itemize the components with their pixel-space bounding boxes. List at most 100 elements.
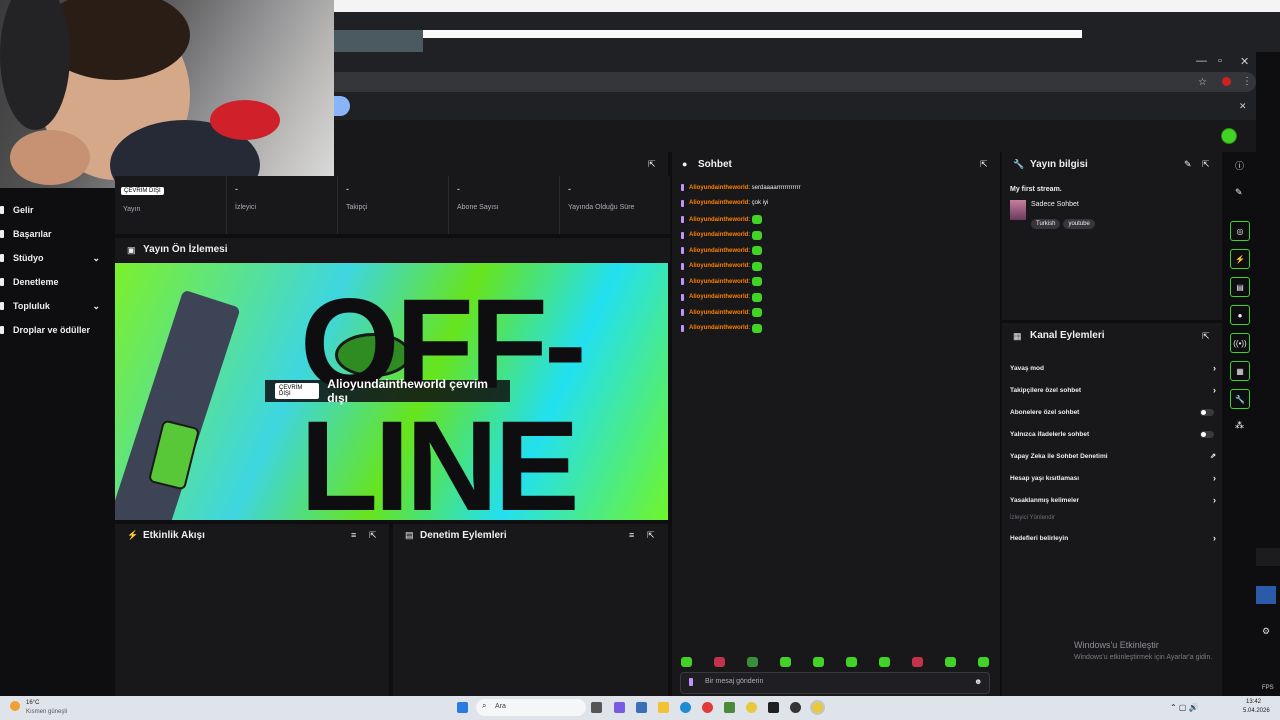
emote-button[interactable] (681, 657, 692, 667)
tag[interactable]: youtube (1063, 219, 1095, 229)
revenue-icon (0, 206, 4, 214)
toggle-switch[interactable] (1200, 430, 1214, 438)
folder-icon[interactable] (658, 702, 669, 713)
chat-title: Sohbet (698, 159, 732, 170)
opera-icon[interactable] (702, 702, 713, 713)
star-icon[interactable]: ☆ (1198, 77, 1207, 88)
task-view-icon[interactable] (591, 702, 602, 713)
badge-icon (681, 309, 684, 316)
chrome-icon[interactable] (746, 702, 757, 713)
popout-icon[interactable]: ⇱ (1202, 159, 1210, 170)
nav-item-studyo[interactable]: Stüdyo ⌄ (0, 249, 110, 267)
filter-icon[interactable]: ≡ (351, 530, 356, 540)
popout-icon[interactable]: ⇱ (648, 159, 656, 170)
popout-icon[interactable]: ⇱ (1202, 331, 1210, 342)
chat-message: Alioyundaintheworld: (681, 215, 763, 224)
quick-action-button[interactable]: ▦ (1230, 361, 1250, 381)
chat-username[interactable]: Alioyundaintheworld (689, 263, 748, 269)
terminal-icon[interactable] (768, 702, 779, 713)
nav-label: Droplar ve ödüller (13, 325, 91, 335)
stat-value: - (568, 184, 571, 194)
chat-username[interactable]: Alioyundaintheworld (689, 294, 748, 300)
emote-button[interactable] (813, 657, 824, 667)
store-icon[interactable] (636, 702, 647, 713)
action-ai-moderation[interactable]: Yapay Zeka ile Sohbet Denetimi ⇗ (1010, 449, 1216, 463)
popout-icon[interactable]: ⇱ (647, 530, 655, 541)
quick-action-button[interactable]: ● (1230, 305, 1250, 325)
chat-username[interactable]: Alioyundaintheworld (689, 200, 748, 206)
community-icon (0, 302, 4, 310)
clock-date: 5.04.2026 (1243, 708, 1270, 714)
action-emote-only[interactable]: Yalnızca ifadelerle sohbet (1010, 427, 1216, 441)
emote-button[interactable] (747, 657, 758, 667)
emote-button[interactable] (978, 657, 989, 667)
tag[interactable]: Turkish (1031, 219, 1061, 229)
menu-icon[interactable]: ⋮ (1242, 76, 1252, 87)
chat-username[interactable]: Alioyundaintheworld (689, 185, 748, 191)
chat-username[interactable]: Alioyundaintheworld (689, 310, 748, 316)
action-subscribers-only[interactable]: Abonelere özel sohbet (1010, 405, 1216, 419)
emote-button[interactable] (846, 657, 857, 667)
avatar[interactable] (1221, 128, 1237, 144)
nav-item-gelir[interactable]: Gelir (0, 201, 110, 219)
tray-icons[interactable]: ⌃ ▢ 🔊 (1170, 703, 1199, 712)
address-bar[interactable] (334, 72, 1256, 92)
weather-icon[interactable] (10, 701, 20, 711)
nav-item-basarilar[interactable]: Başarılar (0, 225, 110, 243)
nav-item-droplar[interactable]: Droplar ve ödüller (0, 321, 110, 339)
quick-action-button[interactable]: ▤ (1230, 277, 1250, 297)
edge-icon[interactable] (680, 702, 691, 713)
minecraft-icon[interactable] (724, 702, 735, 713)
emote-button[interactable] (879, 657, 890, 667)
side-dock-button[interactable] (1256, 586, 1276, 604)
edit-icon[interactable]: ✎ (1184, 159, 1192, 170)
chat-username[interactable]: Alioyundaintheworld (689, 232, 748, 238)
activation-subtitle: Windows'u etkinleştirmek için Ayarlar'a … (1074, 654, 1213, 661)
emote-button[interactable] (945, 657, 956, 667)
chevron-down-icon: ⌄ (92, 300, 100, 311)
nav-item-denetleme[interactable]: Denetleme (0, 273, 110, 291)
chat-username[interactable]: Alioyundaintheworld (689, 325, 748, 331)
chat-username[interactable]: Alioyundaintheworld (689, 248, 748, 254)
emote-button[interactable] (780, 657, 791, 667)
emote-button[interactable] (912, 657, 923, 667)
preview-title: Yayın Ön İzlemesi (143, 244, 228, 255)
action-set-goals[interactable]: Hedefleri belirleyin › (1010, 531, 1216, 545)
emote-icon (752, 215, 763, 224)
extension-icon[interactable] (1222, 77, 1231, 86)
nav-item-topluluk[interactable]: Topluluk ⌄ (0, 297, 110, 315)
close-bar-icon[interactable]: ✕ (1239, 101, 1247, 112)
popout-icon[interactable]: ⇱ (369, 530, 377, 541)
stream-preview[interactable]: OFF- LINE ÇEVRİM DIŞI Alioyundaintheworl… (115, 263, 668, 520)
emote-button[interactable] (714, 657, 725, 667)
minimize-icon[interactable]: — (1196, 55, 1207, 67)
emote-picker-icon[interactable]: ☻ (974, 677, 982, 686)
chat-username[interactable]: Alioyundaintheworld (689, 217, 748, 223)
chrome-active-icon[interactable] (812, 702, 823, 713)
settings-icon[interactable]: ⚙ (1262, 626, 1270, 637)
action-account-age[interactable]: Hesap yaşı kısıtlaması › (1010, 471, 1216, 485)
maximize-icon[interactable]: ▫ (1218, 55, 1222, 67)
quick-action-button[interactable]: ⚡ (1230, 249, 1250, 269)
popout-icon[interactable]: ⇱ (980, 159, 988, 170)
quick-action-button[interactable]: ((•)) (1230, 333, 1250, 353)
background-page-bar (423, 30, 1082, 38)
chat-input[interactable]: Bir mesaj gönderin ☻ (680, 672, 990, 694)
edit-icon[interactable]: ✎ (1235, 187, 1243, 198)
quick-action-button[interactable]: 🔧 (1230, 389, 1250, 409)
search-box[interactable]: ⌕ Ara (476, 699, 586, 716)
start-icon[interactable] (457, 702, 468, 713)
filter-icon[interactable]: ≡ (629, 530, 634, 540)
toggle-switch[interactable] (1200, 408, 1214, 416)
action-banned-words[interactable]: Yasaklanmış kelimeler › (1010, 493, 1216, 507)
action-slow-mode[interactable]: Yavaş mod › (1010, 361, 1216, 375)
copilot-icon[interactable] (614, 702, 625, 713)
chat-username[interactable]: Alioyundaintheworld (689, 279, 748, 285)
chevron-down-icon: ⌄ (92, 252, 100, 263)
obs-icon[interactable] (790, 702, 801, 713)
add-widget-icon[interactable]: ⁂ (1235, 420, 1244, 431)
close-icon[interactable]: ✕ (1240, 55, 1249, 68)
quick-action-button[interactable]: ◎ (1230, 221, 1250, 241)
info-icon[interactable]: ⓘ (1235, 159, 1244, 172)
action-followers-only[interactable]: Takipçilere özel sohbet › (1010, 383, 1216, 397)
